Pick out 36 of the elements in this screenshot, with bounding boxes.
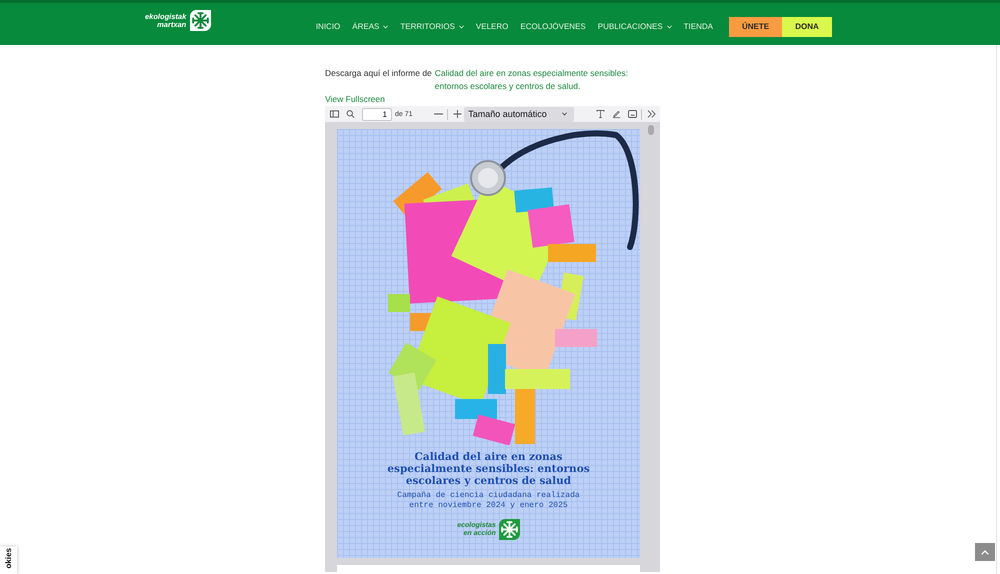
plus-icon (452, 110, 462, 118)
text-tool-button[interactable] (594, 108, 606, 120)
nav-link[interactable]: TIENDA (684, 22, 713, 31)
cta-button[interactable]: DONA (782, 16, 832, 36)
sidebar-icon (330, 110, 338, 118)
page-number-field[interactable]: 1 (362, 108, 392, 120)
double-chevron-right-icon (646, 110, 656, 118)
search-button[interactable] (344, 108, 356, 120)
report-link[interactable]: Calidad del aire en zonas especialmente sensibles: entornos escolares y centros de salud. (434, 67, 660, 93)
cta-button[interactable]: ÚNETE (729, 16, 782, 36)
logo-icon[interactable] (190, 10, 212, 31)
nav-link[interactable]: INICIO (316, 22, 340, 31)
zoom-select[interactable]: Tamaño automático (464, 106, 574, 122)
scrollbar-thumb[interactable] (648, 125, 654, 135)
logo-icon (498, 519, 520, 540)
image-tool-button[interactable] (626, 108, 638, 120)
pen-icon (612, 110, 620, 118)
chevron-up-icon (981, 550, 989, 554)
intro-text: Descarga aquí el informe de (325, 67, 432, 80)
nav-link[interactable]: TERRITORIOS (400, 22, 464, 31)
cookies-tab[interactable]: okies (0, 546, 17, 574)
fullscreen-link[interactable]: View Fullscreen (325, 93, 385, 106)
nav-link[interactable]: PUBLICACIONES (598, 22, 672, 31)
search-icon (346, 110, 354, 118)
more-tools-button[interactable] (645, 108, 657, 120)
document-subtitle: Campaña de ciencia ciudadana realizada entre noviembre 2024 y enero 2025 (397, 491, 580, 511)
text-tool-icon (596, 110, 604, 118)
nav-link[interactable]: ECOLOJÓVENES (520, 22, 586, 31)
nav-link[interactable]: VELERO (476, 22, 508, 31)
scroll-to-top-button[interactable] (975, 543, 995, 561)
nav-link[interactable]: ÁREAS (352, 22, 388, 31)
chevron-down-icon (562, 112, 568, 116)
sidebar-toggle-button[interactable] (328, 108, 340, 120)
zoom-in-button[interactable] (451, 108, 464, 120)
document-title: Calidad del aire en zonas especialmente sensibles: entornos escolares y centros de salud (387, 451, 590, 487)
image-icon (628, 110, 636, 118)
